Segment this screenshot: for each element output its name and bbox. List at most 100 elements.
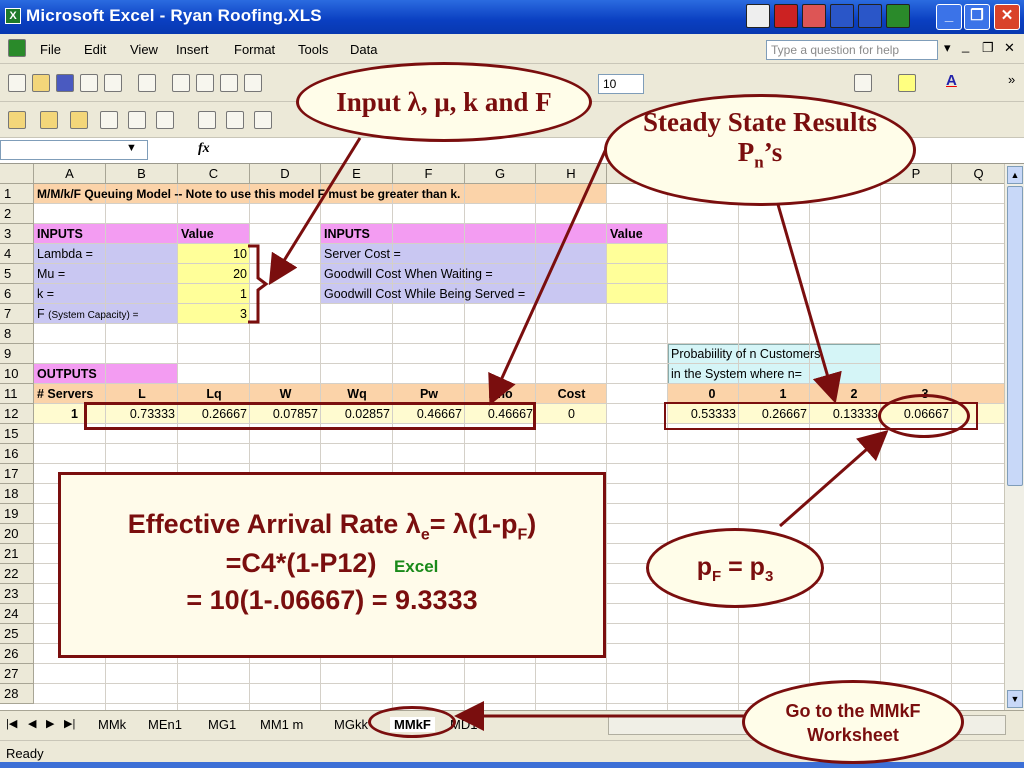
close-icon[interactable]: ✕ [1004, 40, 1015, 56]
cut-icon[interactable] [172, 74, 190, 92]
word-icon[interactable] [830, 4, 854, 28]
borders-icon[interactable] [854, 74, 872, 92]
rho-colheader[interactable]: Rho [465, 384, 536, 404]
row-header[interactable]: 24 [0, 604, 34, 624]
taskbar-icon[interactable] [746, 4, 770, 28]
menu-data[interactable]: Data [350, 42, 377, 57]
toolbar-icon[interactable] [70, 111, 88, 129]
l-colheader[interactable]: L [106, 384, 178, 404]
row-header[interactable]: 3 [0, 224, 34, 244]
model-title-cell[interactable]: M/M/k/F Queuing Model -- Note to use thi… [34, 184, 607, 204]
dropdown-icon[interactable]: ▾ [944, 40, 951, 56]
toolbar-icon[interactable] [128, 111, 146, 129]
w-colheader[interactable]: W [250, 384, 321, 404]
column-header[interactable]: G [465, 164, 536, 184]
toolbar-icon[interactable] [198, 111, 216, 129]
font-color-icon[interactable]: A [946, 72, 957, 89]
goodwill-served-label[interactable]: Goodwill Cost While Being Served = [321, 284, 607, 304]
vertical-scrollbar[interactable]: ▲ ▼ [1004, 164, 1024, 710]
server-cost-label[interactable]: Server Cost = [321, 244, 607, 264]
toolbar-icon[interactable] [100, 111, 118, 129]
toolbar-icon[interactable] [226, 111, 244, 129]
outputs-header[interactable]: OUTPUTS [34, 364, 178, 384]
font-size-select[interactable]: 10 [598, 74, 644, 94]
row-header[interactable]: 7 [0, 304, 34, 324]
tab-mg1[interactable]: MG1 [208, 717, 236, 732]
mu-label[interactable]: Mu = [34, 264, 178, 284]
row-header[interactable]: 16 [0, 444, 34, 464]
f-label-cell[interactable]: F (System Capacity) = [34, 304, 178, 324]
row-header[interactable]: 23 [0, 584, 34, 604]
excel-taskbar-icon[interactable] [886, 4, 910, 28]
wq-colheader[interactable]: Wq [321, 384, 393, 404]
row-header[interactable]: 11 [0, 384, 34, 404]
toolbar-icon[interactable] [8, 111, 26, 129]
row-header[interactable]: 10 [0, 364, 34, 384]
cost-inputs-header[interactable]: INPUTS [321, 224, 607, 244]
minimize-icon[interactable]: _ [962, 38, 969, 53]
format-painter-icon[interactable] [244, 74, 262, 92]
n-2[interactable]: 2 [810, 384, 881, 404]
menu-file[interactable]: File [40, 42, 61, 57]
tab-mm1m[interactable]: MM1 m [260, 717, 303, 732]
column-header[interactable]: B [106, 164, 178, 184]
column-header[interactable]: A [34, 164, 106, 184]
menu-view[interactable]: View [130, 42, 158, 57]
row-header[interactable]: 25 [0, 624, 34, 644]
more-icon[interactable]: » [1008, 72, 1015, 87]
tab-mgkk[interactable]: MGkk [334, 717, 368, 732]
fill-color-icon[interactable] [898, 74, 916, 92]
select-all-corner[interactable] [0, 164, 34, 184]
row-header[interactable]: 12 [0, 404, 34, 424]
inputs-header[interactable]: INPUTS [34, 224, 178, 244]
row-header[interactable]: 4 [0, 244, 34, 264]
save-icon[interactable] [56, 74, 74, 92]
servers-colheader[interactable]: # Servers [34, 384, 106, 404]
row-header[interactable]: 18 [0, 484, 34, 504]
row-header[interactable]: 8 [0, 324, 34, 344]
column-header[interactable]: E [321, 164, 393, 184]
prob-box-line2[interactable]: in the System where n= [668, 364, 881, 384]
workbook-icon[interactable] [8, 39, 26, 57]
column-header[interactable]: C [178, 164, 250, 184]
cost-colheader[interactable]: Cost [536, 384, 607, 404]
copy-icon[interactable] [196, 74, 214, 92]
paste-icon[interactable] [220, 74, 238, 92]
column-header[interactable]: D [250, 164, 321, 184]
excel-icon[interactable]: X [5, 8, 21, 24]
scroll-down-icon[interactable]: ▼ [1007, 690, 1023, 708]
dropdown-icon[interactable]: ▼ [126, 142, 137, 154]
scroll-thumb[interactable] [1007, 186, 1023, 486]
row-header[interactable]: 5 [0, 264, 34, 284]
print-icon[interactable] [138, 74, 156, 92]
taskbar-icon[interactable] [802, 4, 826, 28]
taskbar-icon[interactable] [774, 4, 798, 28]
cost-value[interactable]: 0 [536, 404, 607, 424]
n-0[interactable]: 0 [668, 384, 739, 404]
row-header[interactable]: 20 [0, 524, 34, 544]
last-sheet-icon[interactable]: ▶| [64, 717, 75, 730]
k-label[interactable]: k = [34, 284, 178, 304]
close-icon[interactable]: ✕ [994, 4, 1020, 30]
n-1[interactable]: 1 [739, 384, 810, 404]
function-icon[interactable]: fx [198, 141, 210, 157]
row-header[interactable]: 21 [0, 544, 34, 564]
row-header[interactable]: 17 [0, 464, 34, 484]
minimize-icon[interactable]: _ [936, 4, 962, 30]
row-header[interactable]: 26 [0, 644, 34, 664]
cost-value-header[interactable]: Value [607, 224, 668, 244]
row-header[interactable]: 6 [0, 284, 34, 304]
row-header[interactable]: 15 [0, 424, 34, 444]
new-icon[interactable] [8, 74, 26, 92]
toolbar-icon[interactable] [40, 111, 58, 129]
scroll-up-icon[interactable]: ▲ [1007, 166, 1023, 184]
pw-colheader[interactable]: Pw [393, 384, 465, 404]
help-search-input[interactable]: Type a question for help [766, 40, 938, 60]
row-header[interactable]: 9 [0, 344, 34, 364]
restore-icon[interactable]: ❐ [964, 4, 990, 30]
row-header[interactable]: 19 [0, 504, 34, 524]
email-icon[interactable] [104, 74, 122, 92]
first-sheet-icon[interactable]: |◀ [6, 717, 17, 730]
prob-box-line1[interactable]: Probabiility of n Customers [668, 344, 881, 364]
row-header[interactable]: 28 [0, 684, 34, 704]
